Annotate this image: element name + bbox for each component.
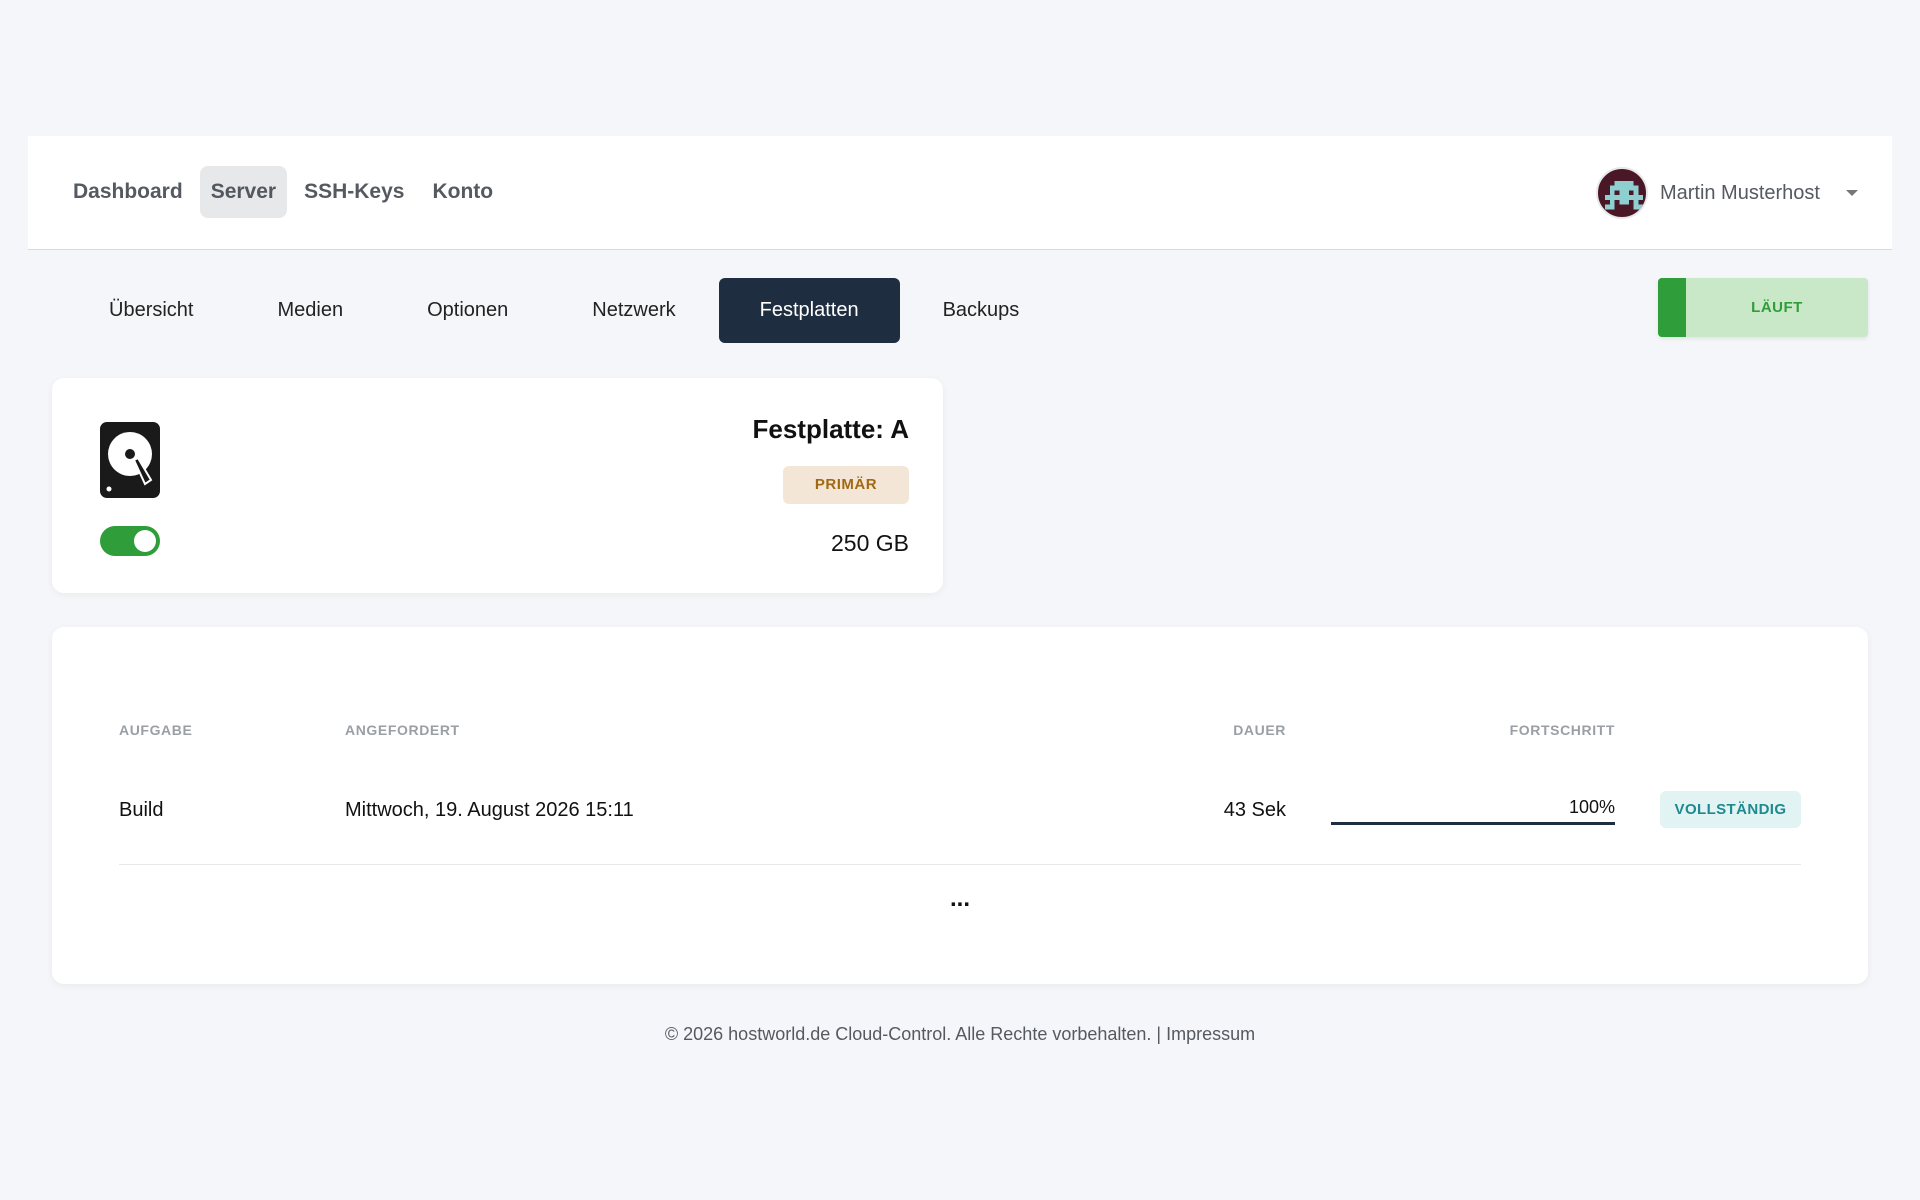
tab-uebersicht[interactable]: Übersicht	[68, 278, 234, 343]
tab-festplatten[interactable]: Festplatten	[718, 278, 900, 343]
task-table: AUFGABE ANGEFORDERT DAUER FORTSCHRITT Bu…	[52, 627, 1868, 984]
footer: © 2026 hostworld.de Cloud-Control. Alle …	[0, 1024, 1920, 1045]
top-navbar: Dashboard Server SSH-Keys Konto Martin M…	[28, 136, 1892, 250]
row-divider	[119, 864, 1801, 865]
progress-fill	[1331, 822, 1615, 825]
column-header-duration: DAUER	[1233, 722, 1286, 738]
task-duration: 43 Sek	[1223, 799, 1286, 821]
chevron-down-icon	[1846, 190, 1858, 196]
load-more-button[interactable]: ...	[52, 885, 1868, 913]
disk-enabled-toggle[interactable]	[100, 526, 160, 556]
disk-card: Festplatte: A PRIMÄR 250 GB	[52, 378, 943, 593]
nav-item-ssh-keys[interactable]: SSH-Keys	[293, 166, 415, 218]
user-menu[interactable]: Martin Musterhost	[1595, 165, 1858, 221]
main-nav: Dashboard Server SSH-Keys Konto	[62, 166, 504, 218]
progress-text: 100%	[1568, 797, 1615, 817]
column-header-progress: FORTSCHRITT	[1509, 722, 1615, 738]
task-name: Build	[119, 799, 164, 821]
avatar	[1595, 167, 1648, 219]
pixel-avatar-icon	[1604, 180, 1643, 210]
impressum-link[interactable]: Impressum	[1166, 1024, 1255, 1044]
tab-medien[interactable]: Medien	[236, 278, 384, 343]
toggle-knob	[134, 530, 156, 552]
disk-size: 250 GB	[831, 530, 909, 556]
tab-netzwerk[interactable]: Netzwerk	[551, 278, 716, 343]
primary-badge: PRIMÄR	[783, 466, 909, 504]
disk-title: Festplatte: A	[752, 414, 910, 444]
footer-text: © 2026 hostworld.de Cloud-Control. Alle …	[664, 1024, 1162, 1044]
server-tabs: Übersicht Medien Optionen Netzwerk Festp…	[68, 278, 1062, 343]
status-indicator-bar	[1658, 278, 1686, 337]
user-name: Martin Musterhost	[1659, 181, 1820, 204]
nav-item-konto[interactable]: Konto	[421, 166, 504, 218]
task-requested: Mittwoch, 19. August 2026 15:11	[345, 799, 634, 821]
tab-optionen[interactable]: Optionen	[386, 278, 549, 343]
column-header-task: AUFGABE	[119, 722, 193, 738]
hard-drive-icon	[100, 422, 160, 503]
nav-item-dashboard[interactable]: Dashboard	[62, 166, 194, 218]
column-header-requested: ANGEFORDERT	[345, 722, 460, 738]
task-progress: 100%	[1331, 797, 1615, 825]
status-label: LÄUFT	[1751, 299, 1803, 316]
nav-item-server[interactable]: Server	[199, 166, 288, 218]
tab-backups[interactable]: Backups	[902, 278, 1061, 343]
task-status-badge: VOLLSTÄNDIG	[1660, 791, 1801, 828]
server-status-badge: LÄUFT	[1658, 278, 1868, 337]
